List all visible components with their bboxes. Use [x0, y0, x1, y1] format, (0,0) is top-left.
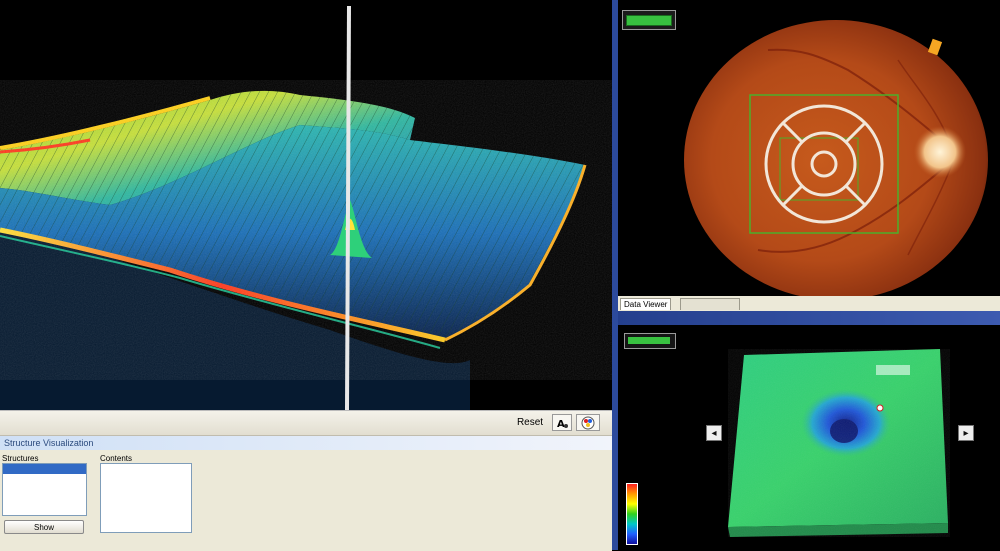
tab-data-viewer[interactable]: Data Viewer — [620, 298, 672, 310]
structures-label: Structures — [2, 454, 39, 463]
structure-panel-title: Structure Visualization — [0, 436, 612, 450]
list-item[interactable] — [101, 504, 191, 514]
list-item[interactable] — [3, 484, 86, 494]
show-button[interactable]: Show — [4, 520, 84, 534]
fundus-view[interactable] — [618, 0, 1000, 296]
rotate-left-icon[interactable]: ◂ — [706, 425, 722, 441]
view-tabs: Data Viewer — [618, 296, 1000, 312]
thickness-surface — [728, 349, 950, 537]
list-item[interactable] — [101, 474, 191, 484]
viewer-toolbar: Reset A — [0, 410, 612, 436]
zoom-tool-icon[interactable]: A — [552, 414, 572, 431]
rotate-right-icon[interactable]: ▸ — [958, 425, 974, 441]
structure-panel: Structure Visualization Structures Show … — [0, 435, 612, 551]
list-item[interactable] — [101, 484, 191, 494]
oct-3d-view[interactable] — [0, 0, 612, 410]
thickness-map-view[interactable]: ◂ ▸ — [618, 311, 1000, 550]
list-item[interactable] — [101, 464, 191, 474]
thickness-colorbar — [626, 483, 638, 545]
reset-button[interactable]: Reset — [512, 414, 548, 431]
contents-list[interactable] — [100, 463, 192, 533]
svg-text:A: A — [557, 419, 565, 429]
structures-list[interactable] — [2, 463, 87, 516]
slice-cursor-line — [345, 5, 351, 410]
contents-label: Contents — [100, 454, 133, 463]
fundus-image — [684, 20, 988, 296]
color-palette-icon[interactable] — [576, 414, 600, 431]
oct-3d-render — [0, 5, 612, 410]
tab-secondary[interactable] — [680, 298, 740, 310]
list-item[interactable] — [3, 474, 86, 484]
list-item[interactable] — [101, 494, 191, 504]
list-item[interactable] — [3, 464, 86, 474]
